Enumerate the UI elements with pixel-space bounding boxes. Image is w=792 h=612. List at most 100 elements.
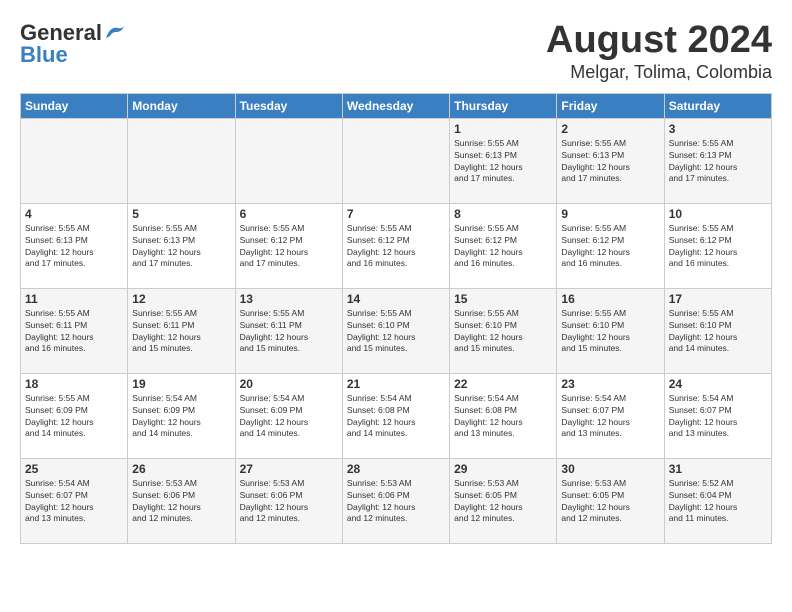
day-number: 27 (240, 462, 338, 476)
day-number: 17 (669, 292, 767, 306)
day-info: Sunrise: 5:54 AMSunset: 6:09 PMDaylight:… (240, 393, 338, 441)
day-info: Sunrise: 5:53 AMSunset: 6:05 PMDaylight:… (561, 478, 659, 526)
calendar-cell: 9 Sunrise: 5:55 AMSunset: 6:12 PMDaylight… (557, 203, 664, 288)
day-info: Sunrise: 5:55 AMSunset: 6:10 PMDaylight:… (454, 308, 552, 356)
day-info: Sunrise: 5:55 AMSunset: 6:13 PMDaylight:… (561, 138, 659, 186)
day-info: Sunrise: 5:53 AMSunset: 6:06 PMDaylight:… (240, 478, 338, 526)
day-number: 13 (240, 292, 338, 306)
day-number: 30 (561, 462, 659, 476)
calendar-cell: 7Sunrise: 5:55 AMSunset: 6:12 PMDaylight… (342, 203, 449, 288)
day-header-thursday: Thursday (450, 93, 557, 118)
day-number: 16 (561, 292, 659, 306)
day-info: Sunrise: 5:54 AMSunset: 6:09 PMDaylight:… (132, 393, 230, 441)
calendar-cell: 29 Sunrise: 5:53 AMSunset: 6:05 PMDayligh… (450, 458, 557, 543)
calendar-week-row: 18Sunrise: 5:55 AMSunset: 6:09 PMDayligh… (21, 373, 772, 458)
calendar-week-row: 4 Sunrise: 5:55 AMSunset: 6:13 PMDaylight… (21, 203, 772, 288)
calendar-cell (342, 118, 449, 203)
day-number: 26 (132, 462, 230, 476)
day-header-wednesday: Wednesday (342, 93, 449, 118)
calendar-cell: 21 Sunrise: 5:54 AMSunset: 6:08 PMDayligh… (342, 373, 449, 458)
day-info: Sunrise: 5:55 AMSunset: 6:10 PMDaylight:… (561, 308, 659, 356)
day-number: 7 (347, 207, 445, 221)
day-info: Sunrise: 5:55 AMSunset: 6:12 PMDaylight:… (454, 223, 552, 271)
calendar-cell: 18Sunrise: 5:55 AMSunset: 6:09 PMDayligh… (21, 373, 128, 458)
title-section: August 2024 Melgar, Tolima, Colombia (546, 20, 772, 83)
calendar-cell: 12 Sunrise: 5:55 AMSunset: 6:11 PMDayligh… (128, 288, 235, 373)
calendar-cell: 30 Sunrise: 5:53 AMSunset: 6:05 PMDayligh… (557, 458, 664, 543)
calendar-cell: 27 Sunrise: 5:53 AMSunset: 6:06 PMDayligh… (235, 458, 342, 543)
day-number: 11 (25, 292, 123, 306)
calendar-cell: 14 Sunrise: 5:55 AMSunset: 6:10 PMDayligh… (342, 288, 449, 373)
day-info: Sunrise: 5:55 AMSunset: 6:12 PMDaylight:… (669, 223, 767, 271)
day-info: Sunrise: 5:55 AMSunset: 6:12 PMDaylight:… (561, 223, 659, 271)
day-info: Sunrise: 5:55 AMSunset: 6:09 PMDaylight:… (25, 393, 123, 441)
day-info: Sunrise: 5:53 AMSunset: 6:05 PMDaylight:… (454, 478, 552, 526)
day-info: Sunrise: 5:55 AMSunset: 6:11 PMDaylight:… (240, 308, 338, 356)
day-info: Sunrise: 5:54 AMSunset: 6:07 PMDaylight:… (561, 393, 659, 441)
calendar-cell (21, 118, 128, 203)
day-header-sunday: Sunday (21, 93, 128, 118)
day-number: 3 (669, 122, 767, 136)
day-number: 21 (347, 377, 445, 391)
day-info: Sunrise: 5:55 AMSunset: 6:12 PMDaylight:… (240, 223, 338, 271)
day-number: 12 (132, 292, 230, 306)
day-number: 15 (454, 292, 552, 306)
calendar-cell: 2 Sunrise: 5:55 AMSunset: 6:13 PMDaylight… (557, 118, 664, 203)
day-number: 29 (454, 462, 552, 476)
calendar-cell: 26 Sunrise: 5:53 AMSunset: 6:06 PMDayligh… (128, 458, 235, 543)
day-info: Sunrise: 5:55 AMSunset: 6:13 PMDaylight:… (25, 223, 123, 271)
location: Melgar, Tolima, Colombia (546, 62, 772, 83)
page-header: General Blue August 2024 Melgar, Tolima,… (20, 20, 772, 83)
calendar-cell (235, 118, 342, 203)
calendar-cell: 25Sunrise: 5:54 AMSunset: 6:07 PMDayligh… (21, 458, 128, 543)
day-info: Sunrise: 5:55 AMSunset: 6:11 PMDaylight:… (132, 308, 230, 356)
day-header-friday: Friday (557, 93, 664, 118)
calendar-cell (128, 118, 235, 203)
calendar-cell: 22 Sunrise: 5:54 AMSunset: 6:08 PMDayligh… (450, 373, 557, 458)
calendar-cell: 3 Sunrise: 5:55 AMSunset: 6:13 PMDaylight… (664, 118, 771, 203)
calendar-week-row: 1Sunrise: 5:55 AMSunset: 6:13 PMDaylight… (21, 118, 772, 203)
calendar-cell: 19 Sunrise: 5:54 AMSunset: 6:09 PMDayligh… (128, 373, 235, 458)
day-number: 19 (132, 377, 230, 391)
calendar-cell: 10Sunrise: 5:55 AMSunset: 6:12 PMDayligh… (664, 203, 771, 288)
calendar-cell: 28Sunrise: 5:53 AMSunset: 6:06 PMDayligh… (342, 458, 449, 543)
day-info: Sunrise: 5:55 AMSunset: 6:10 PMDaylight:… (347, 308, 445, 356)
day-number: 22 (454, 377, 552, 391)
day-info: Sunrise: 5:55 AMSunset: 6:11 PMDaylight:… (25, 308, 123, 356)
day-number: 4 (25, 207, 123, 221)
day-number: 9 (561, 207, 659, 221)
calendar-week-row: 11 Sunrise: 5:55 AMSunset: 6:11 PMDayligh… (21, 288, 772, 373)
day-info: Sunrise: 5:53 AMSunset: 6:06 PMDaylight:… (132, 478, 230, 526)
day-info: Sunrise: 5:54 AMSunset: 6:08 PMDaylight:… (454, 393, 552, 441)
day-info: Sunrise: 5:54 AMSunset: 6:08 PMDaylight:… (347, 393, 445, 441)
day-info: Sunrise: 5:55 AMSunset: 6:13 PMDaylight:… (454, 138, 552, 186)
calendar-cell: 20Sunrise: 5:54 AMSunset: 6:09 PMDayligh… (235, 373, 342, 458)
day-number: 2 (561, 122, 659, 136)
day-header-saturday: Saturday (664, 93, 771, 118)
day-header-monday: Monday (128, 93, 235, 118)
calendar-cell: 5 Sunrise: 5:55 AMSunset: 6:13 PMDaylight… (128, 203, 235, 288)
day-number: 14 (347, 292, 445, 306)
day-number: 31 (669, 462, 767, 476)
day-number: 5 (132, 207, 230, 221)
calendar-cell: 4 Sunrise: 5:55 AMSunset: 6:13 PMDaylight… (21, 203, 128, 288)
calendar-cell: 17 Sunrise: 5:55 AMSunset: 6:10 PMDayligh… (664, 288, 771, 373)
calendar-cell: 15 Sunrise: 5:55 AMSunset: 6:10 PMDayligh… (450, 288, 557, 373)
day-info: Sunrise: 5:53 AMSunset: 6:06 PMDaylight:… (347, 478, 445, 526)
day-header-tuesday: Tuesday (235, 93, 342, 118)
day-info: Sunrise: 5:54 AMSunset: 6:07 PMDaylight:… (25, 478, 123, 526)
calendar-cell: 16 Sunrise: 5:55 AMSunset: 6:10 PMDayligh… (557, 288, 664, 373)
day-info: Sunrise: 5:55 AMSunset: 6:13 PMDaylight:… (132, 223, 230, 271)
day-number: 24 (669, 377, 767, 391)
calendar-week-row: 25Sunrise: 5:54 AMSunset: 6:07 PMDayligh… (21, 458, 772, 543)
calendar-cell: 13 Sunrise: 5:55 AMSunset: 6:11 PMDayligh… (235, 288, 342, 373)
day-info: Sunrise: 5:55 AMSunset: 6:13 PMDaylight:… (669, 138, 767, 186)
day-info: Sunrise: 5:52 AMSunset: 6:04 PMDaylight:… (669, 478, 767, 526)
logo-blue: Blue (20, 42, 126, 68)
calendar-cell: 11 Sunrise: 5:55 AMSunset: 6:11 PMDayligh… (21, 288, 128, 373)
calendar-cell: 1Sunrise: 5:55 AMSunset: 6:13 PMDaylight… (450, 118, 557, 203)
day-info: Sunrise: 5:55 AMSunset: 6:10 PMDaylight:… (669, 308, 767, 356)
day-number: 23 (561, 377, 659, 391)
logo: General Blue (20, 20, 126, 68)
calendar-header-row: SundayMondayTuesdayWednesdayThursdayFrid… (21, 93, 772, 118)
